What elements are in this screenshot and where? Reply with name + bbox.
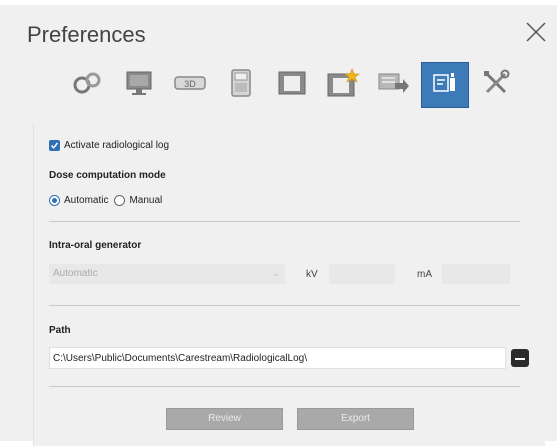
radiological-log-icon [429,69,461,102]
svg-text:3D: 3D [184,79,196,89]
toolbar-button-frame-star[interactable] [319,62,367,108]
device-icon [227,68,255,103]
generator-mode-value: Automatic [53,268,98,279]
generator-mode-select[interactable]: Automatic ⌄ [49,264,285,284]
toolbar-button-tools[interactable] [472,62,520,108]
close-icon[interactable] [524,20,548,44]
toolbar-button-export[interactable] [370,62,418,108]
monitor-icon [123,69,155,102]
activate-log-checkbox[interactable] [49,140,60,151]
automatic-radio[interactable] [49,195,60,206]
tools-icon [481,68,511,103]
activate-log-row: Activate radiological log [49,140,169,151]
export-button[interactable]: Export [297,408,414,430]
dose-mode-radio-group: Automatic Manual [49,195,162,206]
ma-label: mA [417,269,432,280]
ellipsis-icon [514,349,526,367]
toolbar-button-link[interactable] [64,62,112,108]
3d-icon: 3D [173,73,207,98]
dose-mode-heading: Dose computation mode [49,170,166,181]
divider [49,386,520,387]
path-input[interactable]: C:\Users\Public\Documents\Carestream\Rad… [49,347,506,369]
frame-icon [276,69,308,102]
manual-radio[interactable] [114,195,126,206]
browse-button[interactable] [511,349,529,367]
review-button[interactable]: Review [166,408,283,430]
activate-log-label[interactable]: Activate radiological log [64,140,169,151]
toolbar-button-frame[interactable] [268,62,316,108]
radiological-log-panel: Activate radiological log Dose computati… [33,123,545,446]
toolbar-button-monitor[interactable] [115,62,163,108]
frame-star-icon [326,67,360,103]
dialog-title: Preferences [27,22,146,47]
ma-field[interactable] [442,264,510,284]
path-heading: Path [49,325,71,336]
toolbar-button-3d[interactable]: 3D [166,62,214,108]
manual-radio-label[interactable]: Manual [129,195,162,206]
link-icon [71,71,105,100]
export-icon [377,69,411,102]
divider [49,221,520,222]
toolbar-button-radiological-log[interactable] [421,62,469,108]
preferences-dialog: Preferences 3D Activate radiological log… [0,0,557,446]
chevron-down-icon: ⌄ [272,268,280,278]
preferences-toolbar: 3D [64,62,520,108]
toolbar-button-device[interactable] [217,62,265,108]
generator-heading: Intra-oral generator [49,240,142,251]
kv-field[interactable] [329,264,395,284]
automatic-radio-label[interactable]: Automatic [64,195,108,206]
kv-label: kV [306,269,318,280]
divider [49,305,520,306]
